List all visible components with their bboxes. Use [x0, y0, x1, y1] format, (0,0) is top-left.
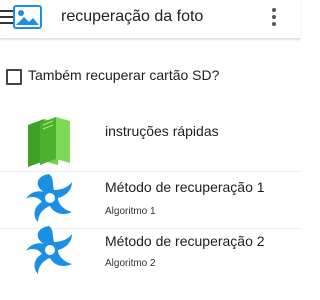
method-2-subtitle: Algoritmo 2: [105, 258, 156, 269]
app-bar: recuperação da foto: [0, 0, 300, 39]
list-item-method-2[interactable]: Método de recuperação 2 Algoritmo 2: [0, 224, 300, 284]
method-2-title: Método de recuperação 2: [105, 233, 265, 249]
list-item-method-1[interactable]: Método de recuperação 1 Algoritmo 1: [0, 172, 300, 228]
recover-sd-label[interactable]: Também recuperar cartão SD?: [28, 67, 219, 83]
list-item-quick-instructions[interactable]: instruções rápidas: [0, 110, 300, 170]
more-vert-icon[interactable]: [270, 8, 278, 28]
quick-instructions-label: instruções rápidas: [105, 123, 219, 139]
method-1-subtitle: Algoritmo 1: [105, 206, 156, 217]
recover-sd-option[interactable]: Também recuperar cartão SD?: [0, 64, 300, 88]
app-title: recuperação da foto: [61, 8, 204, 25]
method-1-title: Método de recuperação 1: [105, 179, 265, 195]
blue-swirl-icon: [26, 174, 72, 222]
blue-swirl-icon: [26, 226, 72, 274]
green-books-icon: [28, 117, 70, 167]
photo-gallery-icon: [13, 5, 42, 29]
hamburger-menu-icon[interactable]: [0, 10, 14, 26]
recover-sd-checkbox[interactable]: [6, 69, 22, 85]
